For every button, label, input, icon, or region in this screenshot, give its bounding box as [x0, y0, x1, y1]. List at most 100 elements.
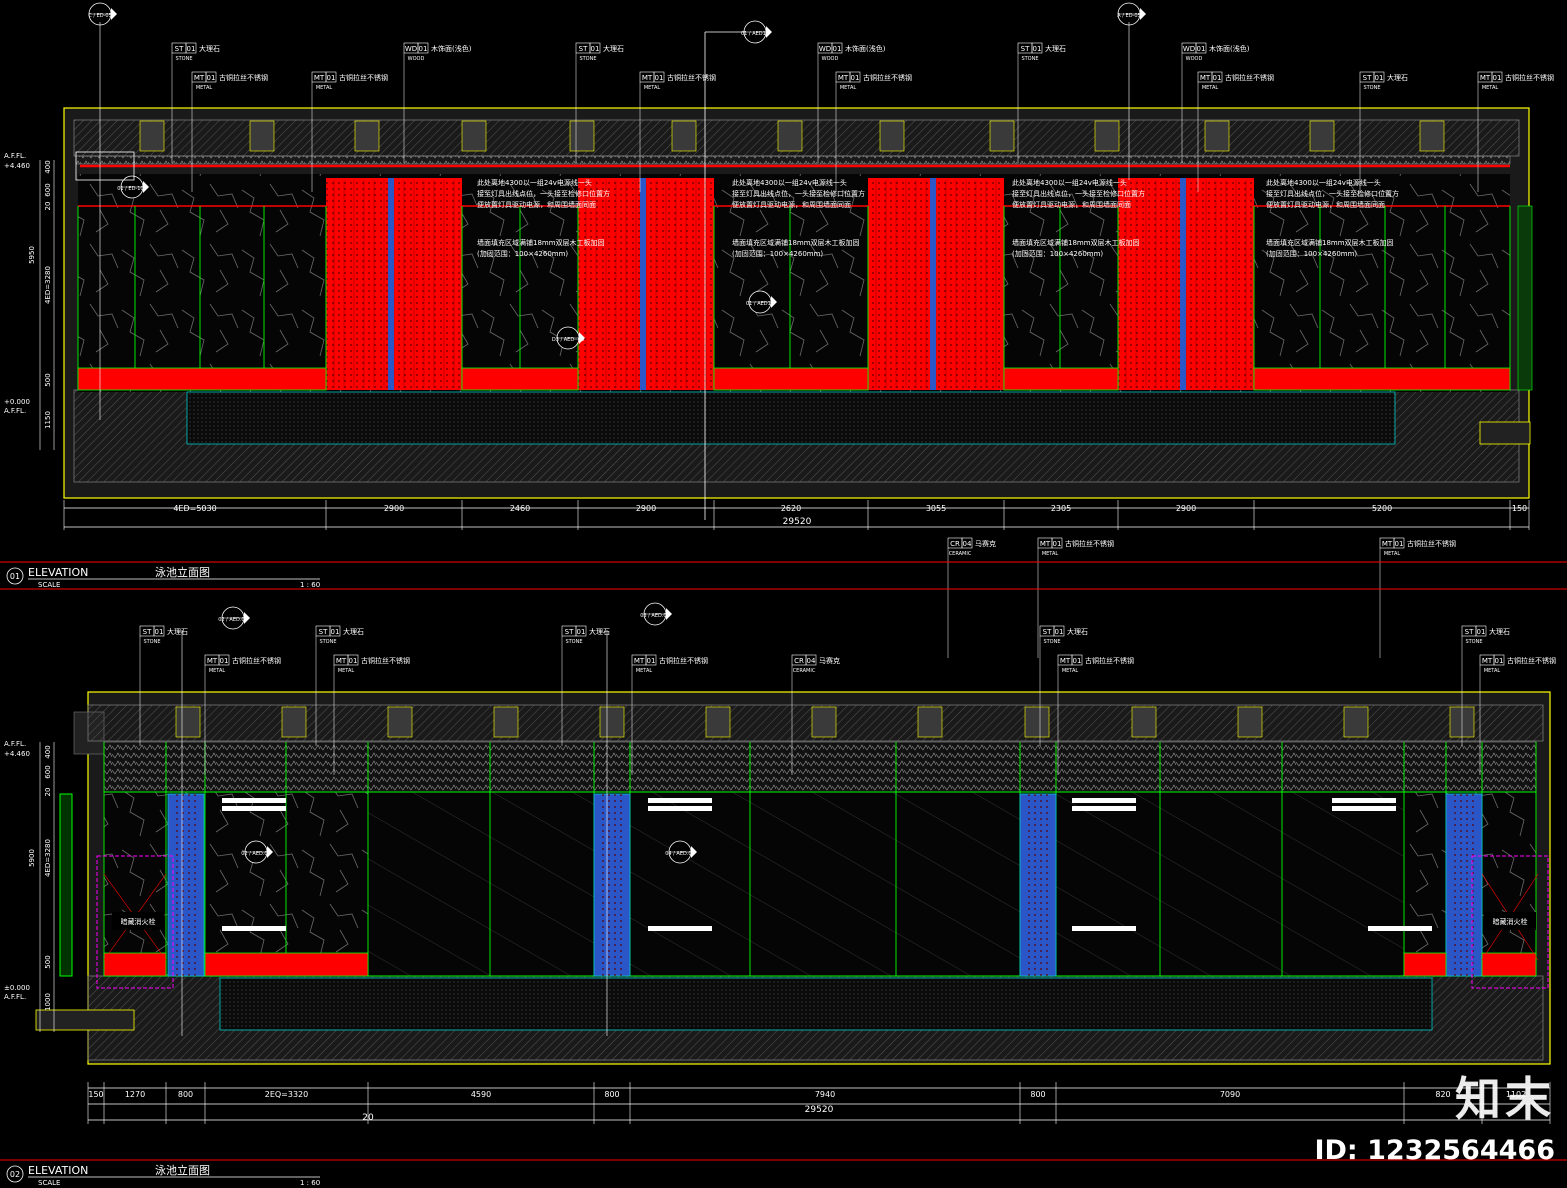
- callout-label: 古铜拉丝不锈钢: [863, 73, 912, 82]
- dimension-text: 2305: [1051, 504, 1071, 513]
- callout-label: 古铜拉丝不锈钢: [1085, 656, 1134, 665]
- beam-pocket: [1094, 120, 1120, 152]
- callout-code: MT: [194, 74, 205, 82]
- dimension-text: 150: [1512, 504, 1527, 513]
- scale-value-02: 1 : 60: [300, 1179, 320, 1187]
- beam-pocket: [461, 120, 487, 152]
- blue-light-strip: [640, 178, 646, 390]
- drawing-title-01: 泳池立面图: [155, 565, 210, 579]
- section-arrow: [111, 8, 117, 20]
- section-mark-text: 01 / AED12: [746, 301, 774, 307]
- vertical-dimension: 400: [44, 160, 52, 173]
- callout-num: 04: [807, 657, 816, 665]
- dimension-text: 800: [604, 1090, 619, 1099]
- callout-label: 古铜拉丝不锈钢: [1505, 73, 1554, 82]
- overall-dimension-01: 29520: [783, 517, 812, 527]
- section-mark-text: 02 / AED.05: [241, 851, 271, 857]
- callout-label: 古铜拉丝不锈钢: [1407, 539, 1456, 548]
- vertical-dimension: 400: [44, 745, 52, 758]
- elevation-label-02: ELEVATION: [28, 1164, 88, 1177]
- callout-label: 木饰面(浅色): [1209, 44, 1250, 53]
- beam-pocket: [671, 120, 697, 152]
- callout-code: MT: [1200, 74, 1211, 82]
- beam-pocket: [1237, 706, 1263, 738]
- callout-label: 古铜拉丝不锈钢: [659, 656, 708, 665]
- hydrant-label-right: 暗藏消火栓: [1493, 917, 1528, 926]
- ceiling-texture-strip: [75, 155, 1511, 165]
- dimension-text: 2EQ=3320: [265, 1090, 309, 1099]
- annotation-bar: [648, 806, 712, 811]
- callout-sub: STONE: [143, 639, 160, 645]
- vertical-dimension: 1150: [44, 411, 52, 429]
- callout-code: ST: [1363, 74, 1372, 82]
- callout-code: WD: [1183, 45, 1195, 53]
- vertical-dimension: 20: [44, 788, 52, 797]
- level-mark: +4.460: [4, 162, 30, 170]
- dimension-text: 800: [178, 1090, 193, 1099]
- callout-code: ST: [1465, 628, 1474, 636]
- hydrant-label-left: 暗藏消火栓: [121, 917, 156, 926]
- section-mark-text: 01 / AED10: [741, 31, 769, 37]
- callout-label: 古铜拉丝不锈钢: [339, 73, 388, 82]
- dimension-text: 2900: [384, 504, 404, 513]
- callout-label: 大理石: [167, 627, 188, 636]
- callout-label: 大理石: [1067, 627, 1088, 636]
- cad-drawing-sheet: 4ED=5030 2900 2460 2900 2620 3055 2305 2900 5200…: [0, 2, 1567, 1187]
- callout-sub: METAL: [338, 668, 355, 674]
- callout-code: MT: [1060, 657, 1071, 665]
- callout-code: MT: [314, 74, 325, 82]
- beam-pocket: [811, 706, 837, 738]
- callout-num: 01: [1033, 45, 1042, 53]
- dimension-text: 2460: [510, 504, 530, 513]
- skirting-segment: [461, 367, 579, 391]
- beam-pocket: [1419, 120, 1445, 152]
- beam-pocket: [879, 120, 905, 152]
- skirting-segment: [77, 367, 327, 391]
- callout-code: ST: [565, 628, 574, 636]
- vertical-dimension: 500: [44, 955, 52, 968]
- level-mark: A.F.FL.: [4, 152, 26, 160]
- callout-sub: CERAMIC: [949, 551, 972, 557]
- callout-code: WD: [405, 45, 417, 53]
- callout-label: 木饰面(浅色): [845, 44, 886, 53]
- callout-num: 01: [331, 628, 340, 636]
- beam-pocket: [917, 706, 943, 738]
- elevation-01: 4ED=5030 2900 2460 2900 2620 3055 2305 2900 5200…: [0, 2, 1567, 658]
- callout-sub: METAL: [196, 85, 213, 91]
- callout-num: 01: [155, 628, 164, 636]
- skirting-segment: [103, 952, 167, 977]
- annotation-bar: [222, 806, 286, 811]
- beam-pocket: [1204, 120, 1230, 152]
- callout-num: 01: [1493, 74, 1502, 82]
- callout-sub: METAL: [1042, 551, 1059, 557]
- scale-label-02: SCALE: [38, 1179, 60, 1187]
- callout-num: 01: [591, 45, 600, 53]
- callout-code: CR: [794, 657, 804, 665]
- beam-pocket: [1131, 706, 1157, 738]
- callout-num: 01: [647, 657, 656, 665]
- note-text: 此处离地4300以一组24v电源线一头接至灯具出线点位，一头接至检修口位置方便放…: [1266, 178, 1399, 209]
- beam-pocket: [569, 120, 595, 152]
- skirting-segment: [1403, 952, 1447, 977]
- callout-num: 01: [327, 74, 336, 82]
- section-mark-text: C / ED-05: [88, 13, 112, 19]
- callout-label: 古铜拉丝不锈钢: [667, 73, 716, 82]
- dimension-text: 800: [1030, 1090, 1045, 1099]
- skirting-segment: [204, 952, 369, 977]
- callout-sub: METAL: [1484, 668, 1501, 674]
- section-mark-text: 03 / AED.04: [640, 613, 670, 619]
- sub-dimension-02: 20: [362, 1113, 374, 1123]
- callout-num: 01: [577, 628, 586, 636]
- annotation-bar: [1332, 798, 1396, 803]
- callout-code: ST: [1043, 628, 1052, 636]
- callout-num: 01: [851, 74, 860, 82]
- column-texture: [174, 794, 198, 976]
- vertical-dimension: 5900: [28, 849, 36, 867]
- callout-sub: WOOD: [408, 56, 425, 62]
- callout-num: 01: [1053, 540, 1062, 548]
- callout-label: 木饰面(浅色): [431, 44, 472, 53]
- dimension-text: 2900: [1176, 504, 1196, 513]
- skirting-segment: [1481, 952, 1537, 977]
- annotation-bar: [1072, 806, 1136, 811]
- pool-basin-02: [219, 977, 1433, 1031]
